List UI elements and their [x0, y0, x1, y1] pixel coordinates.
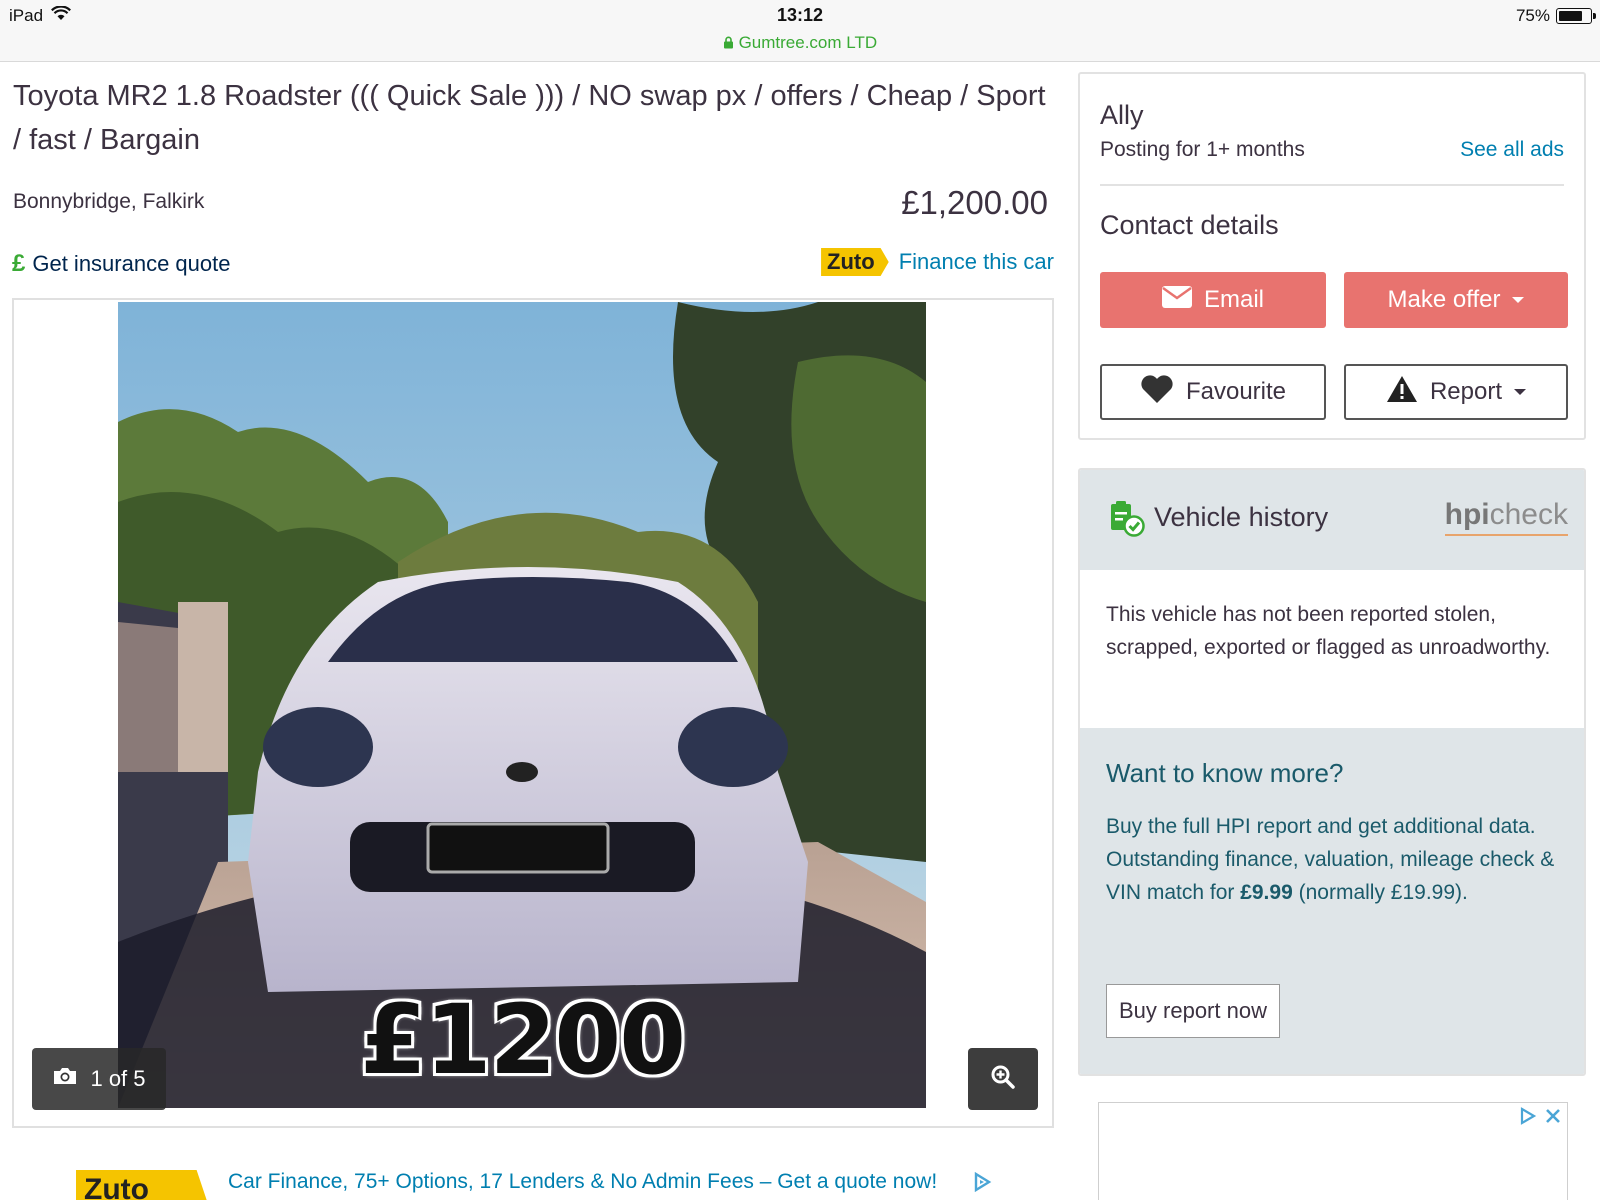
report-label: Report [1429, 378, 1503, 405]
more-line-2-b: (normally £19.99). [1292, 881, 1468, 904]
ad-controls [1519, 1107, 1561, 1130]
insurance-link-label: Get insurance quote [32, 251, 231, 276]
want-more-heading: Want to know more? [1106, 758, 1344, 788]
url-text: Gumtree.com LTD [738, 33, 878, 52]
warning-icon [1386, 375, 1418, 410]
adchoices-icon[interactable] [972, 1171, 992, 1197]
buy-report-button[interactable]: Buy report now [1106, 984, 1280, 1038]
vehicle-history-title: Vehicle history [1154, 502, 1329, 532]
email-button-label: Email [1203, 286, 1264, 313]
email-button[interactable]: Email [1100, 272, 1326, 328]
hpi-logo-bold: hpi [1444, 498, 1490, 531]
adchoices-icon[interactable] [1519, 1107, 1537, 1130]
status-time: 13:12 [776, 5, 824, 25]
heart-icon [1140, 374, 1174, 411]
make-offer-label: Make offer [1387, 286, 1501, 313]
zoom-button[interactable] [968, 1048, 1038, 1110]
listing-photo[interactable]: £1200 [118, 302, 926, 1108]
vehicle-history-panel: Vehicle history hpicheck This vehicle ha… [1078, 468, 1586, 1076]
more-line-2: Outstanding finance, valuation, mileage … [1106, 843, 1566, 909]
seller-name: Ally [1100, 100, 1144, 130]
close-icon[interactable] [1545, 1108, 1561, 1129]
vehicle-history-header: Vehicle history hpicheck [1080, 470, 1584, 570]
hpi-logo-light: check [1489, 498, 1568, 531]
contact-details-heading: Contact details [1100, 210, 1279, 240]
insurance-quote-link[interactable]: £ Get insurance quote [12, 250, 231, 278]
report-button[interactable]: Report [1344, 364, 1568, 420]
sidebar-ad[interactable] [1098, 1102, 1568, 1200]
envelope-icon [1161, 285, 1192, 315]
hpi-check-logo: hpicheck [1444, 498, 1568, 536]
vehicle-history-description: This vehicle has not been reported stole… [1106, 603, 1551, 659]
want-more-section: Want to know more? Buy the full HPI repo… [1080, 728, 1584, 1074]
listing-location: Bonnybridge, Falkirk [13, 190, 205, 213]
seller-divider [1100, 184, 1564, 186]
listing-price: £1,200.00 [901, 184, 1048, 221]
chevron-down-icon [1514, 389, 1527, 395]
banner-zuto-logo: Zuto [76, 1170, 210, 1200]
listing-title: Toyota MR2 1.8 Roadster ((( Quick Sale )… [13, 80, 1046, 156]
status-bar: iPad 13:12 Gumtree.com LTD 75% [0, 0, 1600, 62]
clipboard-check-icon [1108, 498, 1146, 543]
battery-icon [1556, 8, 1596, 24]
zoom-in-icon [990, 1064, 1016, 1095]
photo-price-overlay: £1200 [360, 984, 686, 1096]
seller-panel: Ally Posting for 1+ months See all ads C… [1078, 72, 1586, 440]
more-line-1: Buy the full HPI report and get addition… [1106, 815, 1536, 838]
lock-icon [723, 33, 739, 52]
status-right: 75% [1515, 6, 1596, 26]
banner-text: Car Finance, 75+ Options, 17 Lenders & N… [228, 1170, 938, 1193]
address-bar[interactable]: Gumtree.com LTD [0, 33, 1600, 53]
battery-percent: 75% [1515, 6, 1550, 25]
photo-gallery[interactable]: £1200 1 of 5 [12, 298, 1054, 1128]
favourite-button[interactable]: Favourite [1100, 364, 1326, 420]
seller-posting-duration: Posting for 1+ months [1100, 138, 1305, 161]
make-offer-button[interactable]: Make offer [1344, 272, 1568, 328]
favourite-label: Favourite [1185, 378, 1287, 405]
finance-banner-ad[interactable]: Zuto Car Finance, 75+ Options, 17 Lender… [76, 1166, 996, 1200]
zuto-logo: Zuto [821, 248, 889, 276]
insurance-icon: £ [12, 250, 25, 277]
finance-link-label: Finance this car [898, 249, 1054, 274]
photo-counter[interactable]: 1 of 5 [32, 1048, 166, 1110]
want-more-text: Buy the full HPI report and get addition… [1106, 810, 1566, 909]
camera-icon [52, 1066, 78, 1092]
photo-counter-text: 1 of 5 [90, 1066, 146, 1091]
hpi-price: £9.99 [1240, 881, 1293, 904]
finance-car-link[interactable]: Zuto Finance this car [821, 248, 1054, 276]
chevron-down-icon [1512, 297, 1525, 303]
see-all-ads-link[interactable]: See all ads [1460, 138, 1564, 162]
